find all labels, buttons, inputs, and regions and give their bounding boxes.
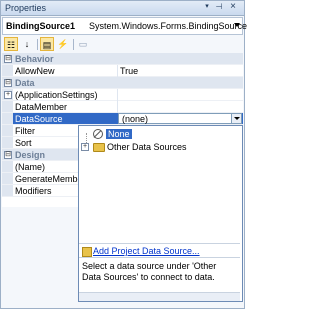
chevron-down-icon[interactable] [234, 23, 240, 27]
close-icon[interactable]: × [227, 1, 239, 13]
property-row-datamember[interactable]: DataMember [2, 101, 243, 113]
property-row-applicationsettings[interactable]: + (ApplicationSettings) [2, 89, 243, 101]
add-project-data-source-link[interactable]: Add Project Data Source... [93, 246, 200, 256]
properties-window: Properties ▾ ⊣ × BindingSource1 System.W… [0, 0, 247, 309]
object-name: BindingSource1 [6, 21, 76, 31]
property-name: (ApplicationSettings) [15, 90, 98, 100]
title-bar: Properties ▾ ⊣ × [1, 1, 244, 16]
events-icon[interactable]: ⚡ [56, 37, 70, 51]
row-gutter [2, 185, 13, 196]
expand-icon[interactable]: + [81, 143, 89, 151]
property-row-allownew[interactable]: AllowNew True [2, 65, 243, 77]
description-pane [2, 209, 78, 307]
row-gutter [2, 137, 13, 148]
category-label: Data [15, 78, 35, 88]
row-gutter [2, 161, 13, 172]
resize-grip[interactable] [79, 292, 240, 301]
property-name: DataSource [15, 114, 63, 124]
property-name: DataMember [15, 102, 68, 112]
tree-item-none[interactable]: None [106, 129, 132, 139]
toolbar: ☷ ↓ ▤ ⚡ ▭ [2, 37, 243, 52]
alphabetical-icon[interactable]: ↓ [20, 37, 34, 51]
object-selector[interactable]: BindingSource1 System.Windows.Forms.Bind… [2, 17, 247, 35]
window-title: Properties [5, 3, 47, 13]
row-gutter [2, 113, 13, 124]
help-text: Select a data source under 'Other Data S… [82, 261, 217, 282]
collapse-icon[interactable]: ⊟ [4, 79, 12, 87]
category-label: Behavior [15, 54, 54, 64]
datasource-value-field[interactable]: (none) [118, 113, 242, 124]
datasource-dropdown: None + Other Data Sources Add Project Da… [78, 125, 243, 302]
row-gutter [2, 101, 13, 112]
pin-icon[interactable]: ⊣ [214, 2, 224, 13]
expand-icon[interactable]: + [4, 91, 12, 99]
folder-icon [93, 143, 105, 152]
toolbar-divider [37, 39, 38, 50]
row-gutter [2, 125, 13, 136]
dropdown-button[interactable] [231, 114, 241, 123]
tree-item-other-data-sources[interactable]: Other Data Sources [107, 142, 187, 152]
collapse-icon[interactable]: ⊟ [4, 151, 12, 159]
property-value[interactable]: True [120, 66, 138, 76]
window-position-icon[interactable]: ▾ [202, 2, 212, 13]
category-data[interactable]: ⊟ Data [2, 77, 243, 89]
row-gutter [2, 173, 13, 184]
property-row-datasource[interactable]: DataSource (none) [2, 113, 243, 125]
column-divider [117, 89, 118, 101]
row-gutter [2, 65, 13, 76]
property-name: AllowNew [15, 66, 55, 76]
column-divider [117, 101, 118, 113]
collapse-icon[interactable]: ⊟ [4, 55, 12, 63]
popup-divider [79, 243, 240, 244]
properties-icon[interactable]: ▤ [40, 37, 54, 51]
toolbar-divider [73, 39, 74, 50]
property-value: (none) [122, 114, 149, 124]
property-pages-icon[interactable]: ▭ [76, 37, 90, 51]
category-behavior[interactable]: ⊟ Behavior [2, 53, 243, 65]
categorized-icon[interactable]: ☷ [4, 37, 18, 51]
add-data-source-icon [82, 247, 92, 257]
help-panel: Select a data source under 'Other Data S… [79, 257, 240, 292]
object-type: System.Windows.Forms.BindingSource [89, 21, 248, 31]
none-icon [93, 129, 103, 139]
column-divider [117, 65, 118, 77]
